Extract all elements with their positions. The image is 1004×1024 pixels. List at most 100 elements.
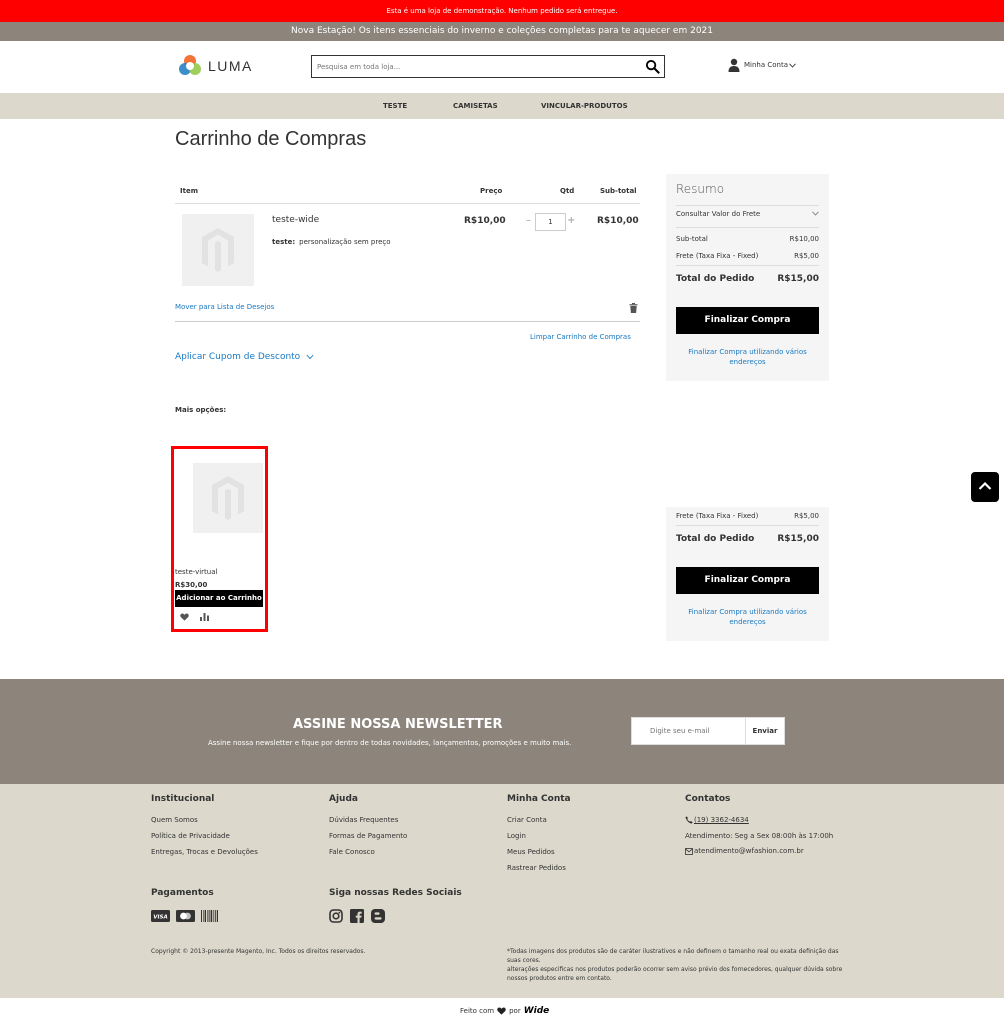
footer-link[interactable]: Política de Privacidade [151, 832, 230, 840]
footer-heading-minha-conta: Minha Conta [507, 794, 571, 804]
product-name[interactable]: teste-virtual [175, 568, 217, 576]
cart-divider [175, 321, 640, 322]
footer-link[interactable]: Criar Conta [507, 816, 547, 824]
footer-heading-contatos: Contatos [685, 794, 731, 804]
newsletter-section: ASSINE NOSSA NEWSLETTER Assine nossa new… [0, 679, 1004, 784]
chevron-down-icon [812, 211, 819, 216]
disclaimer-text-2: alterações especificas nos produtos pode… [507, 966, 843, 982]
add-to-cart-button[interactable]: Adicionar ao Carrinho [175, 590, 263, 607]
magento-placeholder-icon [202, 228, 234, 272]
qty-decrease-button[interactable]: – [526, 215, 531, 226]
shipping-row: Frete (Taxa Fixa - Fixed) R$5,00 [676, 252, 819, 260]
subtotal-value: R$10,00 [789, 235, 819, 243]
cart-item-option: teste: personalização sem preço [272, 238, 391, 246]
shipping-label: Frete (Taxa Fixa - Fixed) [676, 512, 759, 520]
facebook-icon[interactable] [350, 909, 364, 923]
nav-item-camisetas[interactable]: CAMISETAS [453, 93, 498, 119]
footer-link[interactable]: Dúvidas Frequentes [329, 816, 398, 824]
order-summary-sticky: Frete (Taxa Fixa - Fixed) R$5,00 Total d… [666, 507, 829, 641]
cart-item-image[interactable] [182, 214, 254, 286]
product-image[interactable] [193, 463, 263, 533]
compare-icon[interactable] [200, 613, 209, 621]
newsletter-submit-button[interactable]: Enviar [745, 717, 785, 745]
footer-link[interactable]: Login [507, 832, 526, 840]
cart-item-name[interactable]: teste-wide [272, 215, 319, 225]
luma-logo-icon [179, 55, 201, 75]
disclaimer-text: *Todas imagens dos produtos são de carát… [507, 948, 839, 964]
footer-link[interactable]: Fale Conosco [329, 848, 375, 856]
account-label: Minha Conta [744, 61, 789, 69]
magento-placeholder-icon [212, 476, 244, 520]
luma-logo[interactable]: LUMA [178, 54, 253, 78]
chevron-up-icon [978, 481, 992, 490]
instagram-icon[interactable] [329, 909, 343, 923]
wishlist-heart-icon[interactable] [180, 613, 189, 621]
product-price: R$30,00 [175, 581, 208, 589]
site-header: LUMA Minha Conta [0, 41, 1004, 93]
shipping-label: Frete (Taxa Fixa - Fixed) [676, 252, 759, 260]
checkout-button[interactable]: Finalizar Compra [676, 567, 819, 594]
subtotal-label: Sub-total [676, 235, 708, 243]
footer-heading-social: Siga nossas Redes Sociais [329, 888, 462, 898]
barcode-boleto-icon [201, 910, 218, 922]
qty-input[interactable]: 1 [535, 213, 566, 231]
order-total-value: R$15,00 [777, 274, 819, 284]
nav-item-teste[interactable]: TESTE [383, 93, 407, 119]
blogger-icon[interactable] [371, 909, 385, 923]
visa-card-icon: VISA [151, 910, 170, 922]
newsletter-email-input[interactable] [631, 717, 746, 745]
back-to-top-button[interactable] [971, 472, 999, 502]
multi-address-checkout-link[interactable]: Finalizar Compra utilizando vários ender… [676, 607, 819, 627]
site-footer: Institucional Quem Somos Política de Pri… [0, 784, 1004, 998]
footer-link[interactable]: Entregas, Trocas e Devoluções [151, 848, 258, 856]
clear-cart-link[interactable]: Limpar Carrinho de Compras [530, 333, 631, 341]
shipping-value: R$5,00 [794, 512, 819, 520]
shipping-estimate-label: Consultar Valor do Frete [676, 210, 761, 218]
summary-title: Resumo [676, 182, 725, 196]
qty-increase-button[interactable]: + [567, 215, 575, 226]
contact-email-link[interactable]: atendimento@wfashion.com.br [694, 847, 804, 855]
apply-coupon-toggle[interactable]: Aplicar Cupom de Desconto [175, 352, 314, 362]
footer-link[interactable]: Formas de Pagamento [329, 832, 407, 840]
wide-logo[interactable]: Wide [524, 1006, 550, 1016]
footer-link[interactable]: Meus Pedidos [507, 848, 555, 856]
option-value: personalização sem preço [299, 238, 391, 246]
newsletter-subtitle: Assine nossa newsletter e fique por dent… [208, 739, 572, 747]
column-subtotal: Sub-total [600, 187, 637, 195]
more-options-title: Mais opções: [175, 406, 227, 414]
order-summary: Resumo Consultar Valor do Frete Sub-tota… [666, 174, 829, 381]
footer-heading-ajuda: Ajuda [329, 794, 358, 804]
footer-link[interactable]: Quem Somos [151, 816, 198, 824]
copyright-text: Copyright © 2013-presente Magento, Inc. … [151, 948, 366, 955]
order-total-label: Total do Pedido [676, 274, 755, 284]
order-total-row: Total do Pedido R$15,00 [676, 534, 819, 544]
heart-icon [497, 1007, 506, 1015]
order-total-value: R$15,00 [777, 534, 819, 544]
shipping-estimate-toggle[interactable]: Consultar Valor do Frete [676, 210, 819, 218]
contact-hours: Atendimento: Seg a Sex 08:00h às 17:00h [685, 832, 834, 840]
nav-item-vincular-produtos[interactable]: VINCULAR-PRODUTOS [541, 93, 628, 119]
made-by-label: por [509, 1007, 521, 1015]
coupon-label: Aplicar Cupom de Desconto [175, 352, 301, 362]
multi-address-checkout-link[interactable]: Finalizar Compra utilizando vários ender… [676, 347, 819, 367]
move-to-wishlist-link[interactable]: Mover para Lista de Desejos [175, 303, 274, 311]
svg-text:VISA: VISA [153, 915, 168, 921]
made-with-credit: Feito com por Wide [460, 1006, 549, 1016]
footer-link[interactable]: Rastrear Pedidos [507, 864, 566, 872]
main-navigation: TESTE CAMISETAS VINCULAR-PRODUTOS [0, 93, 1004, 119]
cart-table-header: Item Preço Qtd Sub-total [175, 184, 640, 204]
trash-icon[interactable] [629, 303, 638, 313]
account-menu[interactable]: Minha Conta [728, 58, 796, 72]
promo-bar: Nova Estação! Os itens essenciais do inv… [0, 22, 1004, 41]
mastercard-icon [176, 910, 195, 922]
checkout-button[interactable]: Finalizar Compra [676, 307, 819, 334]
credits-bar: Feito com por Wide [0, 998, 1004, 1024]
search-input[interactable] [312, 56, 642, 77]
search-box [311, 55, 665, 78]
summary-divider [676, 227, 819, 228]
summary-divider [676, 205, 819, 206]
search-icon[interactable] [645, 59, 660, 74]
summary-divider [676, 265, 819, 266]
shipping-value: R$5,00 [794, 252, 819, 260]
contact-phone-link[interactable]: (19) 3362-4634 [694, 816, 749, 824]
